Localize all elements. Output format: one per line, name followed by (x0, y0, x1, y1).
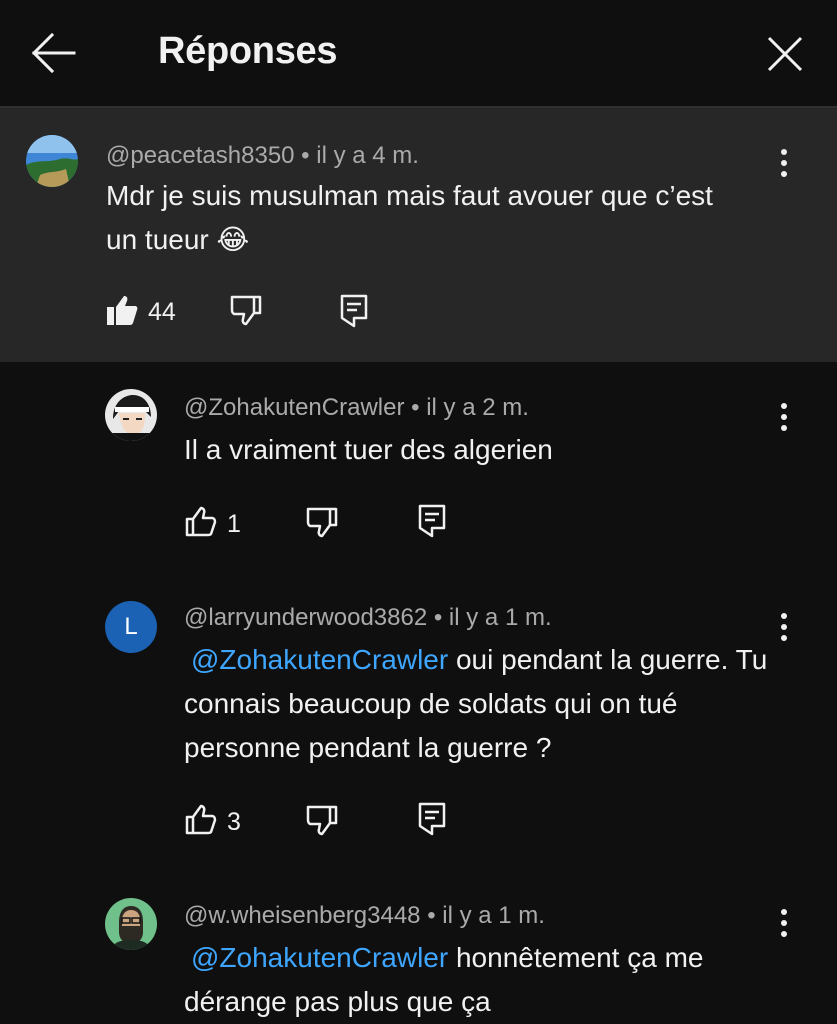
comment-text: Il a vraiment tuer des algerien (184, 434, 553, 465)
comment-author[interactable]: @w.wheisenberg3448 (184, 902, 421, 929)
more-options-button[interactable] (772, 146, 796, 180)
anime-character-avatar-icon (105, 389, 157, 441)
avatar[interactable]: L (105, 601, 157, 653)
page-title: Réponses (158, 30, 338, 72)
thumbs-down-icon (306, 805, 338, 836)
bearded-man-avatar-icon (105, 898, 157, 950)
comment-time: • il y a 4 m. (294, 142, 419, 169)
like-count: 3 (227, 808, 241, 836)
comment-meta: @ZohakutenCrawler • il y a 2 m. (184, 394, 529, 422)
like-button[interactable] (185, 506, 217, 543)
arrow-left-icon (31, 32, 76, 74)
more-options-button[interactable] (772, 906, 796, 940)
replies-header: Réponses (0, 0, 837, 108)
dislike-button[interactable] (230, 294, 262, 331)
avatar[interactable] (105, 898, 157, 950)
thumbs-up-icon (185, 506, 217, 537)
avatar[interactable] (105, 389, 157, 441)
close-button[interactable] (764, 34, 806, 74)
dislike-button[interactable] (306, 804, 338, 841)
reply-comment-icon (340, 294, 368, 328)
reply-comment: @ZohakutenCrawler • il y a 2 m. Il a vra… (0, 362, 837, 574)
comment-author[interactable]: @ZohakutenCrawler (184, 394, 404, 421)
comment-time: • il y a 2 m. (404, 394, 529, 421)
more-options-button[interactable] (772, 610, 796, 644)
avatar[interactable] (26, 135, 78, 187)
comment-author[interactable]: @peacetash8350 (106, 142, 295, 169)
avatar-letter: L (124, 613, 138, 640)
reply-button[interactable] (418, 504, 446, 543)
comment-author[interactable]: @larryunderwood3862 (184, 604, 427, 631)
comment-meta: @w.wheisenberg3448 • il y a 1 m. (184, 902, 545, 930)
parent-comment: @peacetash8350 • il y a 4 m. Mdr je suis… (0, 108, 837, 362)
close-icon (767, 36, 803, 72)
comment-time: • il y a 1 m. (420, 902, 545, 929)
like-button[interactable] (106, 294, 138, 331)
thumbs-up-icon (185, 804, 217, 835)
back-button[interactable] (30, 32, 76, 74)
comment-time: • il y a 1 m. (427, 604, 552, 631)
thumbs-up-filled-icon (107, 296, 138, 325)
thumbs-down-icon (230, 295, 262, 326)
like-count: 1 (227, 510, 241, 538)
reply-comment: L @larryunderwood3862 • il y a 1 m. @Zoh… (0, 574, 837, 874)
reply-comment-icon (418, 802, 446, 836)
comment-text: @ZohakutenCrawler oui pendant la guerre.… (184, 638, 784, 770)
reply-button[interactable] (418, 802, 446, 841)
reply-comment-icon (418, 504, 446, 538)
thumbs-down-icon (306, 507, 338, 538)
like-count: 44 (148, 298, 176, 326)
mention-link[interactable]: @ZohakutenCrawler (191, 644, 448, 675)
comment-meta: @larryunderwood3862 • il y a 1 m. (184, 604, 552, 632)
comment-text: @ZohakutenCrawler honnêtement ça me déra… (184, 936, 784, 1024)
comment-meta: @peacetash8350 • il y a 4 m. (106, 142, 419, 170)
dislike-button[interactable] (306, 506, 338, 543)
comment-text: Mdr je suis musulman mais faut avouer qu… (106, 180, 713, 255)
mention-link[interactable]: @ZohakutenCrawler (191, 942, 448, 973)
like-button[interactable] (185, 804, 217, 841)
landscape-avatar-icon (26, 135, 78, 187)
reply-button[interactable] (340, 294, 368, 333)
more-options-button[interactable] (772, 400, 796, 434)
reply-comment: @w.wheisenberg3448 • il y a 1 m. @Zohaku… (0, 874, 837, 1024)
